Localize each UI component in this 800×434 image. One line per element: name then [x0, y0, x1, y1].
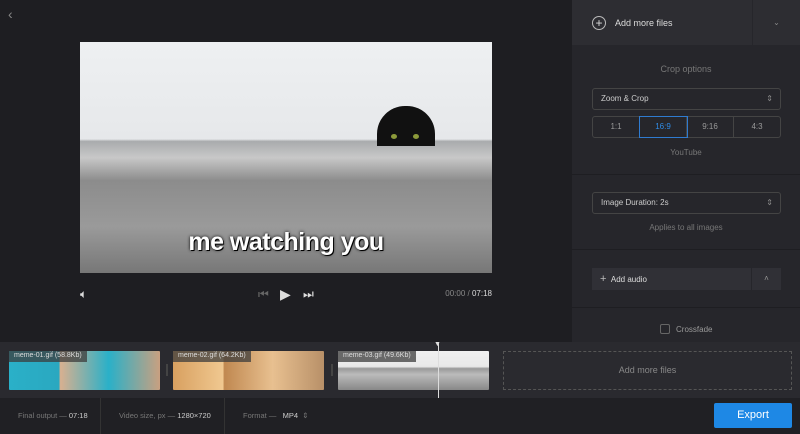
timeline: meme-01.gif (58.8Kb) meme-02.gif (64.2Kb…	[0, 341, 800, 398]
ratio-4-3[interactable]: 4:3	[734, 117, 780, 137]
cat-eye	[413, 134, 419, 139]
duration-hint: Applies to all images	[649, 223, 723, 232]
add-audio-label: Add audio	[610, 275, 647, 284]
ratio-1-1[interactable]: 1:1	[593, 117, 640, 137]
skip-forward-icon[interactable]: ⏭︎	[303, 287, 314, 302]
playhead[interactable]	[438, 342, 439, 398]
add-files-label: Add more files	[615, 17, 673, 28]
checkbox-icon	[660, 324, 670, 334]
time-current: 00:00	[445, 289, 466, 298]
cat-image	[377, 106, 435, 146]
ratio-16-9[interactable]: 16:9	[639, 116, 688, 138]
skip-back-icon[interactable]: ⏮︎	[258, 287, 269, 302]
timeline-clip[interactable]: meme-02.gif (64.2Kb)	[173, 351, 324, 390]
video-size-label: Video size, px —	[119, 411, 176, 420]
video-preview[interactable]: me watching you	[80, 42, 492, 273]
drag-handle[interactable]	[166, 364, 168, 376]
chevron-down-icon[interactable]: ⌄	[753, 0, 800, 45]
image-duration-select[interactable]: Image Duration: 2s ⇕	[592, 192, 781, 214]
final-output-value: 07:18	[68, 411, 88, 420]
format-label: Format —	[243, 411, 277, 420]
play-icon[interactable]: ▶	[280, 286, 291, 303]
settings-sidebar: + Add more files ⌄ Crop options Zoom & Cr…	[572, 0, 800, 342]
updown-icon: ⇕	[766, 94, 773, 103]
divider	[572, 307, 800, 308]
chevron-up-icon[interactable]: ˄	[752, 268, 781, 290]
add-audio-button[interactable]: + Add audio	[592, 268, 751, 290]
add-more-files-button[interactable]: + Add more files	[572, 0, 752, 45]
plus-circle-icon: +	[592, 15, 606, 30]
time-display: 00:00 / 07:18	[445, 289, 492, 298]
ratio-selector: 1:1 16:9 9:16 4:3	[592, 116, 781, 138]
crop-title: Crop options	[660, 64, 712, 74]
time-total: 07:18	[471, 289, 492, 298]
volume-icon[interactable]: 🔈︎	[80, 287, 87, 302]
crossfade-checkbox[interactable]: Crossfade	[660, 324, 712, 334]
duration-value: Image Duration: 2s	[601, 198, 669, 207]
format-select[interactable]: Format — MP4 ⇕	[225, 398, 309, 434]
playhead-marker-icon[interactable]: ▼	[434, 341, 441, 348]
clip-name: meme-02.gif (64.2Kb)	[173, 351, 251, 362]
video-size-value: 1280×720	[177, 411, 211, 420]
divider	[572, 174, 800, 175]
format-value: MP4	[282, 411, 299, 420]
add-more-files-dropzone[interactable]: Add more files	[503, 351, 792, 390]
drag-handle[interactable]	[331, 364, 333, 376]
meme-caption: me watching you	[188, 228, 384, 256]
crop-mode-value: Zoom & Crop	[601, 94, 649, 103]
back-chevron-left-icon[interactable]: ‹	[8, 6, 13, 22]
ratio-hint: YouTube	[670, 148, 702, 157]
timeline-clip[interactable]: meme-01.gif (58.8Kb)	[9, 351, 160, 390]
divider	[572, 249, 800, 250]
final-output-label: Final output —	[18, 411, 67, 420]
player-controls: 🔈︎ ⏮︎ ▶ ⏭︎ 00:00 / 07:18	[80, 283, 492, 305]
clip-name: meme-01.gif (58.8Kb)	[9, 351, 87, 362]
video-size: Video size, px — 1280×720	[101, 398, 225, 434]
preview-area: ‹ me watching you 🔈︎ ⏮︎ ▶ ⏭︎ 00:00 / 07:…	[0, 0, 572, 342]
ratio-9-16[interactable]: 9:16	[687, 117, 734, 137]
timeline-clip[interactable]: meme-03.gif (49.6Kb)	[338, 351, 489, 390]
crop-mode-select[interactable]: Zoom & Crop ⇕	[592, 88, 781, 110]
export-button[interactable]: Export	[714, 403, 792, 428]
plus-icon: +	[600, 273, 607, 285]
clip-name: meme-03.gif (49.6Kb)	[338, 351, 416, 362]
updown-icon: ⇕	[302, 411, 309, 420]
updown-icon: ⇕	[766, 198, 773, 207]
final-output: Final output — 07:18	[0, 398, 101, 434]
footer: Final output — 07:18 Video size, px — 12…	[0, 398, 800, 434]
cat-eye	[391, 134, 397, 139]
crossfade-label: Crossfade	[676, 324, 713, 334]
